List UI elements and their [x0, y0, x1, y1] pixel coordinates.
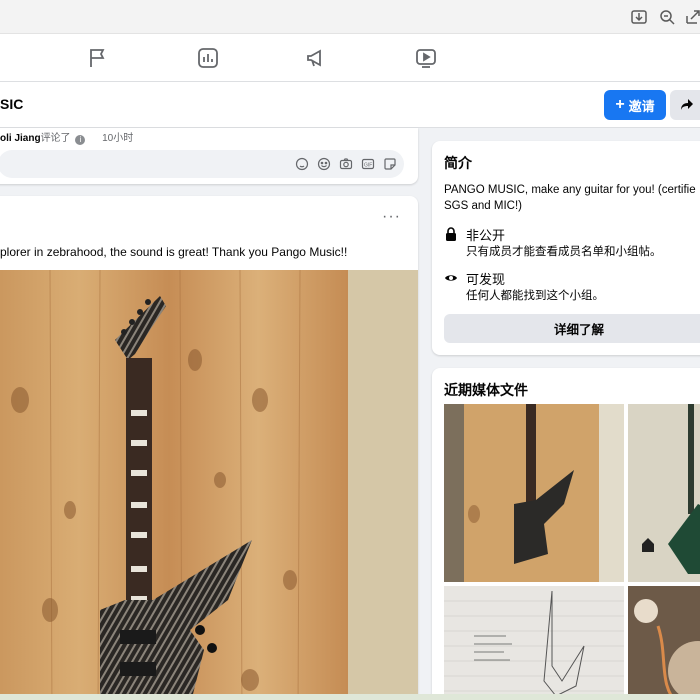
insights-icon[interactable] [196, 46, 220, 70]
comment-time[interactable]: 10小时 [102, 133, 133, 144]
video-icon[interactable] [414, 46, 438, 70]
media-thumbnail[interactable] [628, 586, 700, 700]
invite-label: 邀请 [628, 98, 655, 114]
more-options-button[interactable]: ··· [382, 208, 401, 226]
info-icon[interactable]: i [75, 135, 86, 145]
about-card: 简介 PANGO MUSIC, make any guitar for you!… [432, 141, 700, 355]
privacy-subtitle: 只有成员才能查看成员名单和小组帖。 [466, 246, 662, 258]
share-arrow-icon [680, 97, 694, 114]
commenter-line: oli Jiang评论了 i 10小时 [0, 129, 133, 145]
post-image[interactable] [0, 269, 418, 700]
sticker-icon[interactable] [295, 157, 309, 171]
browser-toolbar [0, 0, 700, 34]
flag-icon[interactable] [86, 46, 110, 70]
group-header: SIC + 邀请 [0, 82, 700, 128]
sticker2-icon[interactable] [383, 157, 397, 171]
media-title: 近期媒体文件 [444, 382, 528, 398]
share-icon[interactable] [684, 8, 700, 26]
lock-icon [444, 227, 458, 241]
plus-icon: + [615, 96, 625, 113]
megaphone-icon[interactable] [304, 46, 328, 70]
visibility-subtitle: 任何人都能找到这个小组。 [466, 290, 604, 302]
about-title: 简介 [444, 155, 472, 171]
share-button[interactable] [670, 90, 700, 120]
privacy-title: 非公开 [466, 228, 506, 243]
gif-icon[interactable]: GIF [361, 157, 375, 171]
top-navigation [0, 34, 700, 82]
emoji-icon[interactable] [317, 157, 331, 171]
download-icon[interactable] [630, 8, 648, 26]
media-thumbnail[interactable] [444, 404, 624, 582]
svg-text:GIF: GIF [364, 163, 372, 169]
media-thumbnail[interactable] [628, 404, 700, 582]
post-text: plorer in zebrahood, the sound is great!… [0, 245, 348, 259]
learn-more-button[interactable]: 详细了解 [444, 314, 700, 343]
camera-icon[interactable] [339, 157, 353, 171]
comment-card: oli Jiang评论了 i 10小时 GIF [0, 128, 418, 184]
bottom-strip [0, 694, 700, 700]
group-title[interactable]: SIC [0, 96, 23, 112]
visibility-title: 可发现 [466, 272, 506, 287]
post-card: ··· plorer in zebrahood, the sound is gr… [0, 196, 418, 700]
eye-icon [444, 271, 458, 285]
recent-media-card: 近期媒体文件 [432, 368, 700, 700]
commenter-name[interactable]: oli Jiang [0, 133, 41, 144]
about-description: PANGO MUSIC, make any guitar for you! (c… [444, 184, 696, 212]
zoom-icon[interactable] [658, 8, 676, 26]
comment-action: 评论了 [40, 133, 71, 144]
comment-input[interactable]: GIF [0, 150, 404, 178]
media-thumbnail[interactable] [444, 586, 624, 700]
invite-button[interactable]: + 邀请 [604, 90, 666, 120]
